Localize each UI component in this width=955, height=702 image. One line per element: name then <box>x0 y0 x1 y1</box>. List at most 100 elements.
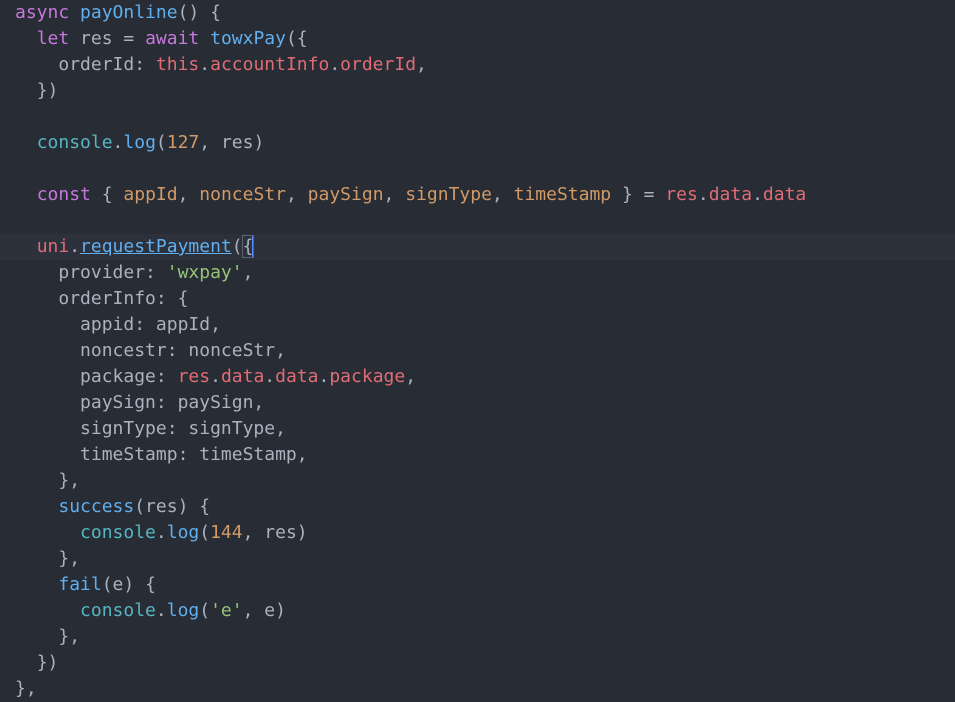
code-token: log <box>166 522 200 543</box>
code-token: }, <box>58 548 81 569</box>
code-token: 127 <box>166 132 200 153</box>
code-token: paySign <box>307 184 384 205</box>
code-line[interactable]: uni.requestPayment({ <box>0 234 955 260</box>
code-token: }, <box>15 678 37 699</box>
code-token: const <box>36 184 102 205</box>
code-token: nonceStr <box>199 184 286 205</box>
code-line[interactable]: timeStamp: timeStamp, <box>15 442 955 468</box>
code-line[interactable]: console.log('e', e) <box>15 598 955 624</box>
code-area[interactable]: async payOnline() { let res = await towx… <box>0 0 955 702</box>
code-token: async <box>15 2 81 23</box>
code-line[interactable]: appid: appId, <box>15 312 955 338</box>
code-line[interactable] <box>15 208 955 234</box>
code-token: requestPayment <box>80 236 232 257</box>
code-token: ( <box>199 600 211 621</box>
code-token: uni <box>36 236 70 257</box>
code-token: () { <box>177 2 221 23</box>
code-token: res <box>665 184 698 205</box>
code-token: , <box>285 184 308 205</box>
code-token: , <box>405 366 417 387</box>
code-token: { <box>101 184 124 205</box>
code-line[interactable]: console.log(127, res) <box>15 130 955 156</box>
code-token: ( <box>155 132 167 153</box>
code-token: , e) <box>242 600 286 621</box>
code-token: let <box>36 28 81 49</box>
code-token: signType <box>405 184 492 205</box>
code-token: fail <box>58 574 102 595</box>
code-token: 'e' <box>210 600 243 621</box>
code-token: }) <box>36 652 59 673</box>
code-line[interactable]: console.log(144, res) <box>15 520 955 546</box>
code-line[interactable]: }, <box>15 468 955 494</box>
code-line[interactable]: }, <box>15 676 955 702</box>
code-line[interactable]: async payOnline() { <box>15 0 955 26</box>
code-token: (res) { <box>134 496 211 517</box>
code-token: . <box>752 184 763 205</box>
code-token: . <box>697 184 709 205</box>
code-token: . <box>329 54 341 75</box>
code-line[interactable]: const { appId, nonceStr, paySign, signTy… <box>15 182 955 208</box>
code-line[interactable]: let res = await towxPay({ <box>15 26 955 52</box>
code-line[interactable]: success(res) { <box>15 494 955 520</box>
code-line[interactable]: }, <box>15 546 955 572</box>
code-line[interactable]: }, <box>15 624 955 650</box>
code-editor[interactable]: async payOnline() { let res = await towx… <box>0 0 955 702</box>
code-token: console <box>80 600 156 621</box>
code-token: log <box>123 132 156 153</box>
code-line[interactable]: }) <box>15 650 955 676</box>
code-line[interactable]: package: res.data.data.package, <box>15 364 955 390</box>
code-token: data <box>762 184 807 205</box>
code-token: . <box>112 132 124 153</box>
code-line[interactable]: signType: signType, <box>15 416 955 442</box>
code-token: , res) <box>199 132 265 153</box>
code-line[interactable] <box>15 156 955 182</box>
code-token: . <box>210 366 221 387</box>
code-token: orderId: <box>58 54 156 75</box>
code-token: timeStamp <box>513 184 612 205</box>
code-token: . <box>155 522 167 543</box>
code-token: package <box>329 366 406 387</box>
text-cursor <box>252 236 255 258</box>
code-line[interactable]: orderId: this.accountInfo.orderId, <box>15 52 955 78</box>
code-token: data <box>708 184 753 205</box>
code-token: orderId <box>340 54 417 75</box>
code-line[interactable]: orderInfo: { <box>15 286 955 312</box>
code-token: payOnline <box>80 2 178 23</box>
code-token: }, <box>58 626 81 647</box>
code-token: timeStamp: timeStamp, <box>80 444 308 465</box>
code-line[interactable] <box>15 104 955 130</box>
code-line[interactable]: provider: 'wxpay', <box>15 260 955 286</box>
code-token: (e) { <box>101 574 156 595</box>
code-line[interactable]: fail(e) { <box>15 572 955 598</box>
code-token: appid: appId, <box>80 314 221 335</box>
code-token: }) <box>36 80 59 101</box>
code-token: provider: <box>58 262 167 283</box>
code-token: , <box>242 262 254 283</box>
code-token: appId <box>123 184 178 205</box>
code-line[interactable]: }) <box>15 78 955 104</box>
code-token: signType: signType, <box>80 418 286 439</box>
code-line[interactable]: noncestr: nonceStr, <box>15 338 955 364</box>
code-token: . <box>155 600 167 621</box>
code-token: , <box>416 54 427 75</box>
code-line[interactable]: paySign: paySign, <box>15 390 955 416</box>
code-token: }, <box>58 470 81 491</box>
code-token: 144 <box>210 522 243 543</box>
code-token: , <box>383 184 406 205</box>
